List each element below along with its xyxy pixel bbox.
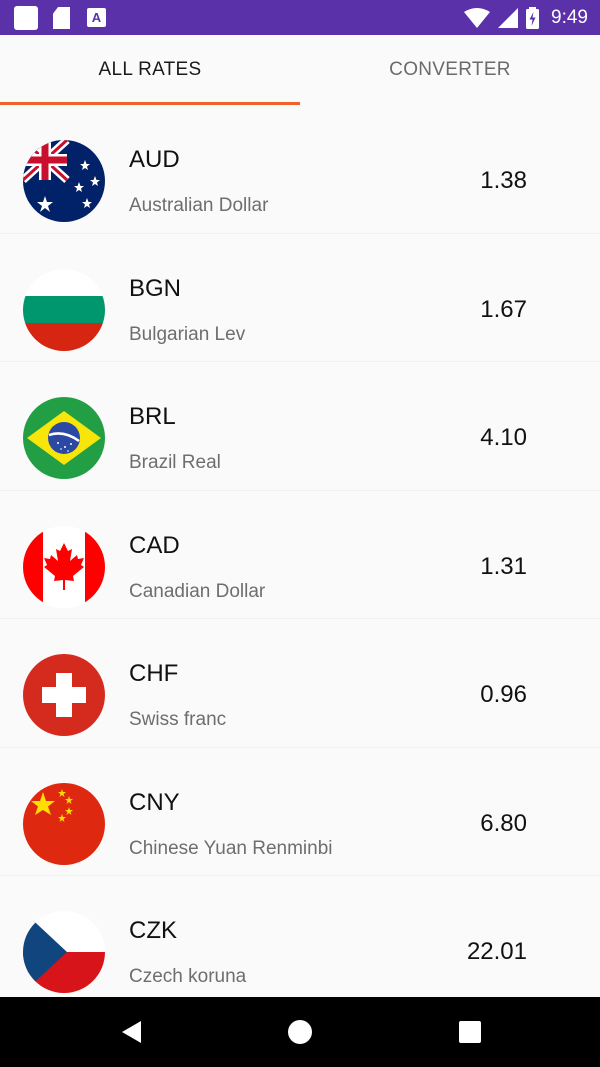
list-item[interactable]: AUD Australian Dollar 1.38 — [0, 105, 600, 234]
czech-flag-icon — [23, 911, 105, 993]
tab-converter-label: CONVERTER — [389, 59, 511, 80]
tab-all-rates[interactable]: ALL RATES — [0, 35, 300, 105]
list-item[interactable]: CHF Swiss franc 0.96 — [0, 619, 600, 748]
currency-code: CAD — [129, 531, 180, 559]
status-icons: 9:49 — [464, 0, 588, 35]
currency-code: AUD — [129, 146, 180, 173]
currency-rate: 1.31 — [480, 552, 527, 580]
australia-flag-icon — [23, 140, 105, 222]
currency-code: BGN — [129, 274, 182, 302]
recents-icon[interactable] — [457, 1019, 483, 1045]
currency-name: Chinese Yuan Renminbi — [129, 837, 333, 859]
tab-bar: ALL RATES CONVERTER — [0, 35, 600, 105]
sd-card-icon — [53, 7, 70, 29]
currency-name: Swiss franc — [129, 709, 227, 730]
currency-rate: 1.67 — [480, 295, 527, 323]
list-item[interactable]: BGN Bulgarian Lev 1.67 — [0, 234, 600, 362]
navigation-bar — [0, 997, 600, 1067]
list-item[interactable]: CNY Chinese Yuan Renminbi 6.80 — [0, 748, 600, 876]
status-bar: A 9:49 — [0, 0, 600, 35]
currency-rate: 0.96 — [480, 681, 527, 708]
clock: 9:49 — [551, 6, 588, 28]
currency-code: BRL — [129, 403, 176, 430]
list-item[interactable]: CZK Czech koruna 22.01 — [0, 876, 600, 997]
brazil-flag-icon — [23, 397, 105, 479]
wifi-icon — [464, 7, 491, 28]
tab-converter[interactable]: CONVERTER — [300, 35, 600, 105]
bulgaria-flag-icon — [23, 268, 105, 351]
currency-rate: 1.38 — [480, 167, 527, 194]
currency-rate: 4.10 — [480, 424, 527, 451]
currency-name: Australian Dollar — [129, 195, 269, 216]
currency-rate: 6.80 — [480, 809, 527, 837]
a-notification-icon: A — [87, 8, 106, 27]
currency-code: CNY — [129, 788, 180, 816]
list-item[interactable]: BRL Brazil Real 4.10 — [0, 362, 600, 491]
currency-name: Bulgarian Lev — [129, 323, 246, 345]
currency-rate: 22.01 — [466, 938, 527, 965]
currency-name: Canadian Dollar — [129, 580, 266, 602]
currency-code: CZK — [129, 917, 177, 944]
list-item[interactable]: CAD Canadian Dollar 1.31 — [0, 491, 600, 619]
back-icon[interactable] — [119, 1019, 145, 1045]
china-flag-icon — [23, 782, 105, 865]
switzerland-flag-icon — [23, 654, 105, 736]
battery-charging-icon — [526, 6, 540, 29]
rates-list[interactable]: AUD Australian Dollar 1.38 BGN Bulgarian… — [0, 105, 600, 997]
currency-code: CHF — [129, 660, 179, 687]
tab-all-rates-label: ALL RATES — [98, 59, 202, 80]
currency-name: Brazil Real — [129, 452, 221, 473]
currency-name: Czech koruna — [129, 966, 247, 987]
app-icon — [14, 6, 38, 30]
home-icon[interactable] — [287, 1019, 313, 1045]
canada-flag-icon — [23, 525, 105, 608]
signal-icon — [498, 7, 519, 28]
